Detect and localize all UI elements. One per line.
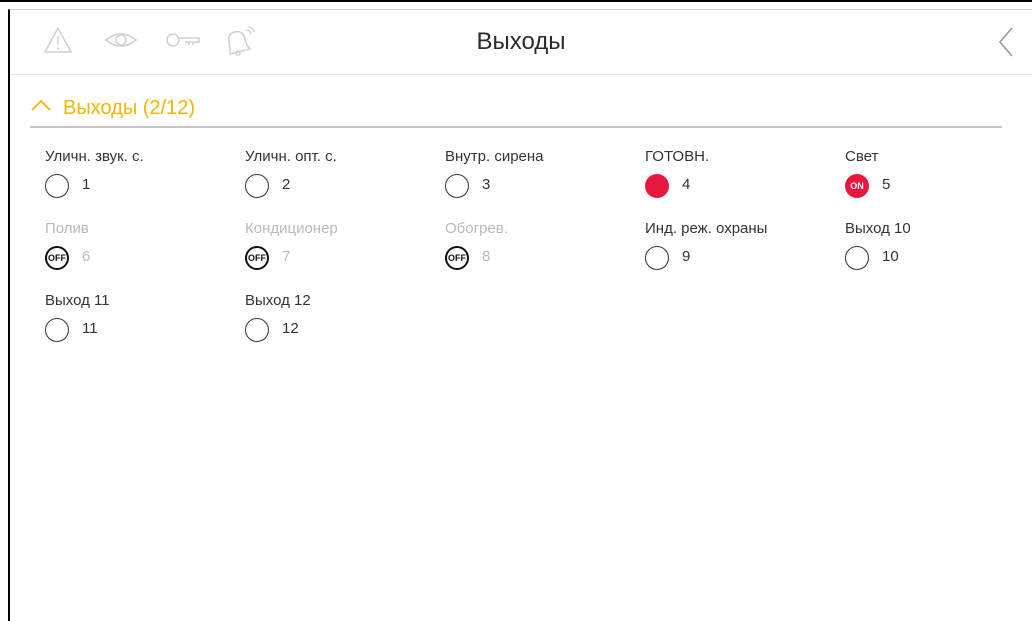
outputs-panel: Выходы Выходы (2/12) Уличн. звук. с. 1 Ул… — [8, 9, 1032, 621]
output-item[interactable]: Выход 10 10 — [845, 220, 1032, 276]
output-status-off-icon[interactable] — [445, 174, 469, 198]
output-number: 8 — [482, 248, 491, 265]
output-label: Кондиционер — [245, 220, 338, 237]
output-number: 6 — [82, 248, 91, 265]
output-item[interactable]: Полив OFF 6 — [45, 220, 235, 276]
header-bar: Выходы — [10, 10, 1032, 75]
output-status-off-icon[interactable] — [845, 246, 869, 270]
output-number: 4 — [682, 176, 691, 193]
output-label: Выход 12 — [245, 292, 311, 309]
output-item[interactable]: Уличн. опт. с. 2 — [245, 148, 435, 204]
output-item[interactable]: Выход 11 11 — [45, 292, 235, 348]
output-label: Уличн. звук. с. — [45, 148, 144, 165]
output-number: 2 — [282, 176, 291, 193]
output-item[interactable]: Внутр. сирена 3 — [445, 148, 635, 204]
output-label: Уличн. опт. с. — [245, 148, 337, 165]
output-label: Выход 11 — [45, 292, 110, 309]
output-number: 7 — [282, 248, 291, 265]
output-status-off-icon[interactable] — [45, 174, 69, 198]
output-number: 5 — [882, 176, 891, 193]
output-status-on-icon[interactable] — [645, 174, 669, 198]
output-status-off-icon[interactable] — [245, 174, 269, 198]
output-label: Полив — [45, 220, 89, 237]
output-label: Свет — [845, 148, 879, 165]
chevron-up-icon — [31, 99, 51, 111]
page-title: Выходы — [476, 28, 566, 55]
output-number: 3 — [482, 176, 491, 193]
off-badge-icon[interactable]: OFF — [45, 246, 69, 270]
output-number: 9 — [682, 248, 691, 265]
off-badge-icon[interactable]: OFF — [245, 246, 269, 270]
output-item[interactable]: Свет ON 5 — [845, 148, 1032, 204]
output-item[interactable]: Инд. реж. охраны 9 — [645, 220, 835, 276]
output-label: Внутр. сирена — [445, 148, 544, 165]
output-status-off-icon[interactable] — [245, 318, 269, 342]
output-item[interactable]: Уличн. звук. с. 1 — [45, 148, 235, 204]
off-badge-icon[interactable]: OFF — [445, 246, 469, 270]
output-label: ГОТОВН. — [645, 148, 710, 165]
outputs-section-header[interactable]: Выходы (2/12) — [30, 94, 1002, 128]
on-badge-icon[interactable]: ON — [845, 174, 869, 198]
output-item[interactable]: Кондиционер OFF 7 — [245, 220, 435, 276]
section-title: Выходы (2/12) — [63, 97, 196, 119]
output-label: Выход 10 — [845, 220, 911, 237]
output-status-off-icon[interactable] — [645, 246, 669, 270]
output-label: Обогрев. — [445, 220, 508, 237]
output-status-off-icon[interactable] — [45, 318, 69, 342]
output-number: 10 — [882, 248, 899, 265]
chevron-left-icon[interactable] — [994, 24, 1018, 60]
output-item[interactable]: Обогрев. OFF 8 — [445, 220, 635, 276]
output-number: 12 — [282, 320, 299, 337]
output-number: 1 — [82, 176, 91, 193]
output-number: 11 — [82, 320, 98, 337]
output-label: Инд. реж. охраны — [645, 220, 768, 237]
output-item[interactable]: Выход 12 12 — [245, 292, 435, 348]
output-item[interactable]: ГОТОВН. 4 — [645, 148, 835, 204]
